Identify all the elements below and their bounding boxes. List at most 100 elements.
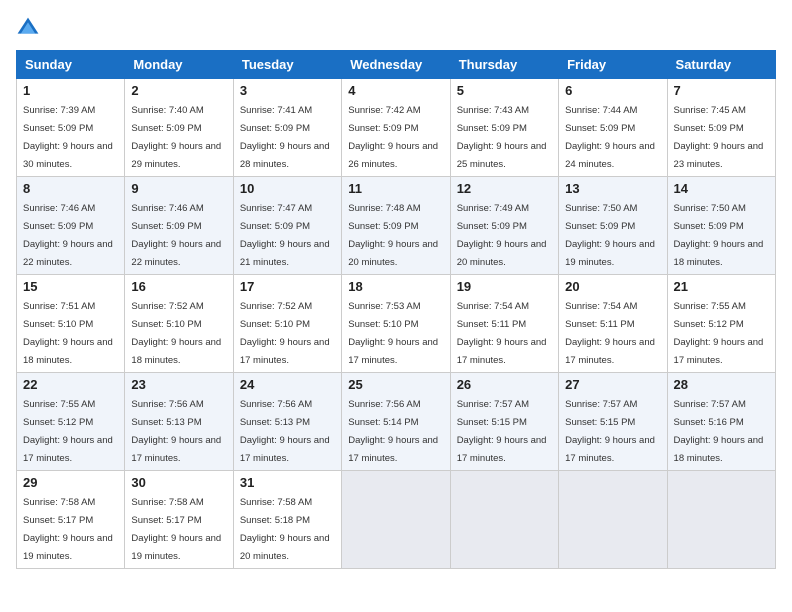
table-row: 12 Sunrise: 7:49 AMSunset: 5:09 PMDayligh…	[450, 177, 558, 275]
day-info: Sunrise: 7:58 AMSunset: 5:17 PMDaylight:…	[23, 497, 113, 562]
day-number: 31	[240, 475, 335, 490]
table-row: 2 Sunrise: 7:40 AMSunset: 5:09 PMDaylight…	[125, 79, 233, 177]
day-info: Sunrise: 7:57 AMSunset: 5:15 PMDaylight:…	[457, 399, 547, 464]
table-row	[667, 471, 775, 569]
day-number: 17	[240, 279, 335, 294]
day-info: Sunrise: 7:49 AMSunset: 5:09 PMDaylight:…	[457, 203, 547, 268]
day-info: Sunrise: 7:52 AMSunset: 5:10 PMDaylight:…	[240, 301, 330, 366]
day-info: Sunrise: 7:53 AMSunset: 5:10 PMDaylight:…	[348, 301, 438, 366]
table-row: 29 Sunrise: 7:58 AMSunset: 5:17 PMDayligh…	[17, 471, 125, 569]
day-info: Sunrise: 7:46 AMSunset: 5:09 PMDaylight:…	[23, 203, 113, 268]
day-info: Sunrise: 7:52 AMSunset: 5:10 PMDaylight:…	[131, 301, 221, 366]
table-row: 28 Sunrise: 7:57 AMSunset: 5:16 PMDayligh…	[667, 373, 775, 471]
day-number: 14	[674, 181, 769, 196]
day-number: 2	[131, 83, 226, 98]
day-info: Sunrise: 7:56 AMSunset: 5:13 PMDaylight:…	[131, 399, 221, 464]
table-row: 19 Sunrise: 7:54 AMSunset: 5:11 PMDayligh…	[450, 275, 558, 373]
day-info: Sunrise: 7:42 AMSunset: 5:09 PMDaylight:…	[348, 105, 438, 170]
table-row	[342, 471, 450, 569]
table-row: 6 Sunrise: 7:44 AMSunset: 5:09 PMDaylight…	[559, 79, 667, 177]
day-number: 10	[240, 181, 335, 196]
day-info: Sunrise: 7:54 AMSunset: 5:11 PMDaylight:…	[457, 301, 547, 366]
day-number: 24	[240, 377, 335, 392]
table-row: 10 Sunrise: 7:47 AMSunset: 5:09 PMDayligh…	[233, 177, 341, 275]
day-number: 1	[23, 83, 118, 98]
day-number: 21	[674, 279, 769, 294]
day-info: Sunrise: 7:48 AMSunset: 5:09 PMDaylight:…	[348, 203, 438, 268]
day-number: 5	[457, 83, 552, 98]
table-row: 21 Sunrise: 7:55 AMSunset: 5:12 PMDayligh…	[667, 275, 775, 373]
day-number: 6	[565, 83, 660, 98]
table-row: 16Sunrise: 7:52 AMSunset: 5:10 PMDayligh…	[125, 275, 233, 373]
calendar-week-row: 1 Sunrise: 7:39 AMSunset: 5:09 PMDaylight…	[17, 79, 776, 177]
day-info: Sunrise: 7:44 AMSunset: 5:09 PMDaylight:…	[565, 105, 655, 170]
day-number: 18	[348, 279, 443, 294]
table-row: 1 Sunrise: 7:39 AMSunset: 5:09 PMDaylight…	[17, 79, 125, 177]
day-info: Sunrise: 7:41 AMSunset: 5:09 PMDaylight:…	[240, 105, 330, 170]
day-info: Sunrise: 7:45 AMSunset: 5:09 PMDaylight:…	[674, 105, 764, 170]
calendar-week-row: 22 Sunrise: 7:55 AMSunset: 5:12 PMDayligh…	[17, 373, 776, 471]
day-info: Sunrise: 7:46 AMSunset: 5:09 PMDaylight:…	[131, 203, 221, 268]
day-number: 28	[674, 377, 769, 392]
table-row: 30 Sunrise: 7:58 AMSunset: 5:17 PMDayligh…	[125, 471, 233, 569]
table-row: 17 Sunrise: 7:52 AMSunset: 5:10 PMDayligh…	[233, 275, 341, 373]
day-info: Sunrise: 7:56 AMSunset: 5:13 PMDaylight:…	[240, 399, 330, 464]
day-number: 22	[23, 377, 118, 392]
logo	[16, 16, 42, 40]
day-info: Sunrise: 7:51 AMSunset: 5:10 PMDaylight:…	[23, 301, 113, 366]
day-number: 26	[457, 377, 552, 392]
col-tuesday: Tuesday	[233, 51, 341, 79]
day-number: 8	[23, 181, 118, 196]
day-number: 25	[348, 377, 443, 392]
table-row: 13 Sunrise: 7:50 AMSunset: 5:09 PMDayligh…	[559, 177, 667, 275]
table-row: 25 Sunrise: 7:56 AMSunset: 5:14 PMDayligh…	[342, 373, 450, 471]
table-row: 26 Sunrise: 7:57 AMSunset: 5:15 PMDayligh…	[450, 373, 558, 471]
table-row	[559, 471, 667, 569]
day-info: Sunrise: 7:47 AMSunset: 5:09 PMDaylight:…	[240, 203, 330, 268]
day-number: 29	[23, 475, 118, 490]
day-info: Sunrise: 7:40 AMSunset: 5:09 PMDaylight:…	[131, 105, 221, 170]
day-number: 20	[565, 279, 660, 294]
table-row: 27Sunrise: 7:57 AMSunset: 5:15 PMDayligh…	[559, 373, 667, 471]
table-row: 14 Sunrise: 7:50 AMSunset: 5:09 PMDayligh…	[667, 177, 775, 275]
day-number: 30	[131, 475, 226, 490]
col-thursday: Thursday	[450, 51, 558, 79]
logo-icon	[16, 16, 40, 40]
table-row: 24 Sunrise: 7:56 AMSunset: 5:13 PMDayligh…	[233, 373, 341, 471]
col-sunday: Sunday	[17, 51, 125, 79]
day-info: Sunrise: 7:39 AMSunset: 5:09 PMDaylight:…	[23, 105, 113, 170]
day-info: Sunrise: 7:58 AMSunset: 5:18 PMDaylight:…	[240, 497, 330, 562]
day-number: 12	[457, 181, 552, 196]
day-number: 13	[565, 181, 660, 196]
table-row: 3Sunrise: 7:41 AMSunset: 5:09 PMDaylight…	[233, 79, 341, 177]
day-number: 4	[348, 83, 443, 98]
day-info: Sunrise: 7:58 AMSunset: 5:17 PMDaylight:…	[131, 497, 221, 562]
col-wednesday: Wednesday	[342, 51, 450, 79]
day-info: Sunrise: 7:56 AMSunset: 5:14 PMDaylight:…	[348, 399, 438, 464]
table-row: 20Sunrise: 7:54 AMSunset: 5:11 PMDayligh…	[559, 275, 667, 373]
day-info: Sunrise: 7:55 AMSunset: 5:12 PMDaylight:…	[23, 399, 113, 464]
table-row: 8 Sunrise: 7:46 AMSunset: 5:09 PMDaylight…	[17, 177, 125, 275]
table-row: 18 Sunrise: 7:53 AMSunset: 5:10 PMDayligh…	[342, 275, 450, 373]
calendar-week-row: 29 Sunrise: 7:58 AMSunset: 5:17 PMDayligh…	[17, 471, 776, 569]
day-info: Sunrise: 7:50 AMSunset: 5:09 PMDaylight:…	[565, 203, 655, 268]
table-row: 4 Sunrise: 7:42 AMSunset: 5:09 PMDaylight…	[342, 79, 450, 177]
day-info: Sunrise: 7:55 AMSunset: 5:12 PMDaylight:…	[674, 301, 764, 366]
table-row: 31 Sunrise: 7:58 AMSunset: 5:18 PMDayligh…	[233, 471, 341, 569]
table-row: 23 Sunrise: 7:56 AMSunset: 5:13 PMDayligh…	[125, 373, 233, 471]
calendar-week-row: 8 Sunrise: 7:46 AMSunset: 5:09 PMDaylight…	[17, 177, 776, 275]
table-row	[450, 471, 558, 569]
day-number: 23	[131, 377, 226, 392]
calendar-header-row: Sunday Monday Tuesday Wednesday Thursday…	[17, 51, 776, 79]
day-info: Sunrise: 7:50 AMSunset: 5:09 PMDaylight:…	[674, 203, 764, 268]
day-number: 19	[457, 279, 552, 294]
page-header	[16, 16, 776, 40]
day-info: Sunrise: 7:57 AMSunset: 5:16 PMDaylight:…	[674, 399, 764, 464]
table-row: 15 Sunrise: 7:51 AMSunset: 5:10 PMDayligh…	[17, 275, 125, 373]
table-row: 7 Sunrise: 7:45 AMSunset: 5:09 PMDaylight…	[667, 79, 775, 177]
col-saturday: Saturday	[667, 51, 775, 79]
day-number: 15	[23, 279, 118, 294]
col-monday: Monday	[125, 51, 233, 79]
day-number: 7	[674, 83, 769, 98]
calendar-table: Sunday Monday Tuesday Wednesday Thursday…	[16, 50, 776, 569]
